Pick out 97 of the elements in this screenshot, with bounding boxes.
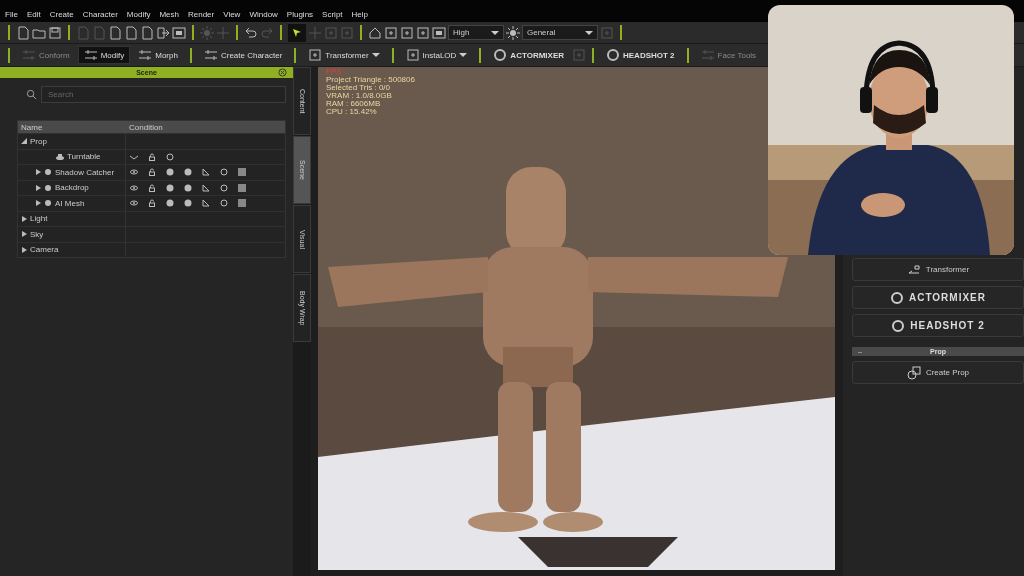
panel-button[interactable]: ACTORMIXER [852,286,1024,309]
logo-icon [889,290,904,305]
shapes-icon [906,365,921,380]
menu-item[interactable]: Create [49,10,74,19]
transform-icon [906,262,921,277]
new-file-icon[interactable] [124,25,138,40]
tree-item[interactable]: AI Mesh [55,198,85,208]
new-file-icon[interactable] [16,25,30,40]
stat-text: CPU : 15.42% [326,108,378,116]
menu-item[interactable]: Render [187,10,215,19]
menu-item[interactable]: View [223,10,241,19]
frame-icon[interactable] [400,25,414,40]
expander-icon[interactable] [21,138,27,145]
new-file-icon[interactable] [108,25,122,40]
circle-icon[interactable] [220,168,228,177]
expander-icon[interactable] [21,246,27,253]
menu-item[interactable]: File [5,10,18,19]
lock-icon[interactable] [148,199,156,208]
turntable-icon [56,152,64,161]
dropdown[interactable]: General [522,25,598,40]
square-icon[interactable] [238,199,246,208]
stat-text: FPS : [326,68,347,76]
toolbar-button[interactable]: Modify [77,46,131,64]
menu-item[interactable]: Modify [126,10,151,19]
menu-item[interactable]: Mesh [159,10,179,19]
toolbar-button[interactable]: Morph [132,46,184,64]
circle-icon[interactable] [220,183,228,192]
stat-text: Selected Tris : 0/0 [326,84,392,92]
tree-item[interactable]: Turntable [67,152,101,162]
toolbar-button[interactable]: Transformer [302,46,386,64]
tool-icon [405,48,420,62]
frame-icon[interactable] [416,25,430,40]
logo-icon [493,48,508,62]
tree-item[interactable]: Light [30,214,48,224]
expander-icon[interactable] [35,200,41,207]
tool-icon [700,48,715,62]
tree-item[interactable]: Prop [30,136,47,146]
screen-icon[interactable] [432,25,446,40]
menu-item[interactable]: Window [249,10,278,19]
panel-button[interactable]: HEADSHOT 2 [852,314,1024,337]
eye-icon[interactable] [130,168,138,177]
lock-icon[interactable] [148,183,156,192]
tool-icon [83,48,98,62]
home-icon[interactable] [368,25,382,40]
search-icon [26,89,37,100]
close-icon[interactable] [278,68,287,77]
dropdown-caret-icon [491,28,499,37]
square-icon[interactable] [238,168,246,177]
sun-icon[interactable] [506,25,520,40]
column-header[interactable]: Condition [126,122,163,132]
pointer-icon[interactable] [288,23,306,42]
tree-item[interactable]: Backdrop [55,183,89,193]
expander-icon[interactable] [35,169,41,176]
tool-icon [138,48,153,62]
menu-item[interactable]: Script [322,10,343,19]
tree-item[interactable]: Shadow Catcher [55,167,115,177]
lock-icon[interactable] [148,168,156,177]
toolbar-button[interactable]: Create Character [197,46,289,64]
stat-text: Project Triangle : 500806 [326,76,415,84]
panel-button[interactable]: Transformer [852,258,1024,281]
lock-icon[interactable] [148,152,156,161]
screen-icon[interactable] [172,25,186,40]
stat-text: RAM : 6606MB [326,100,382,108]
new-file-icon[interactable] [140,25,154,40]
caret-icon [371,51,380,59]
square-icon[interactable] [238,183,246,192]
save-icon[interactable] [48,25,62,40]
circle-icon[interactable] [220,199,228,208]
menu-item[interactable]: Plugins [286,10,314,19]
toolbar-button[interactable]: ACTORMIXER [487,46,570,64]
logo-icon [891,318,906,333]
menu-item[interactable]: Edit [26,10,41,19]
menu-item[interactable]: Help [351,10,368,19]
stat-text: VRAM : 1.0/8.0GB [326,92,393,100]
column-header[interactable]: Name [18,122,126,132]
undo-icon[interactable] [244,25,258,40]
caret-icon [459,51,468,59]
expander-icon[interactable] [21,215,27,222]
tool-icon [308,48,323,62]
tree-item[interactable]: Sky [30,229,44,239]
tool-icon [203,48,218,62]
toolbar-button[interactable]: InstaLOD [399,46,474,64]
expander-icon[interactable] [35,184,41,191]
panel-button[interactable]: Create Prop [852,361,1024,384]
circle-icon[interactable] [166,152,174,161]
tree-item[interactable]: Camera [30,245,59,255]
export-icon[interactable] [156,25,170,40]
logo-icon [606,48,620,62]
dropdown-caret-icon [585,28,593,37]
menu-item[interactable]: Character [82,10,118,19]
frame-icon[interactable] [384,25,398,40]
eye-icon[interactable] [130,183,138,192]
toolbar-button[interactable]: HEADSHOT 2 [600,46,681,64]
eye-icon[interactable] [130,199,138,208]
expander-icon[interactable] [21,231,27,238]
dropdown[interactable]: High [448,25,504,40]
tool-icon [22,48,36,62]
